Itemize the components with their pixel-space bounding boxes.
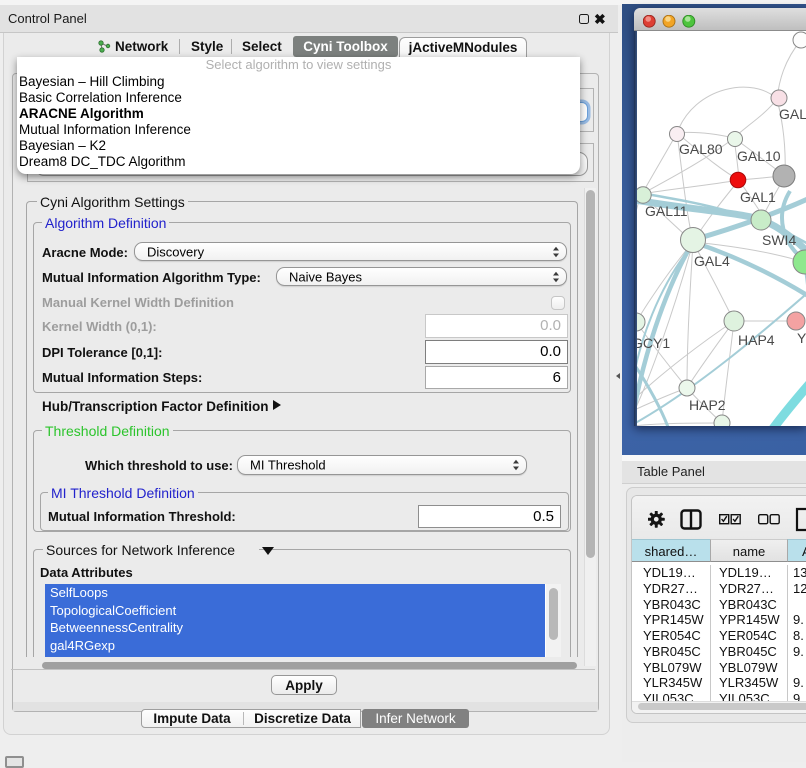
- svg-text:GAL1: GAL1: [740, 189, 776, 205]
- svg-text:HAP4: HAP4: [738, 332, 775, 348]
- svg-text:GAL80: GAL80: [679, 141, 723, 157]
- svg-text:SWI4: SWI4: [762, 232, 796, 248]
- svg-text:GAL10: GAL10: [737, 148, 781, 164]
- svg-text:GAL11: GAL11: [645, 203, 688, 219]
- svg-text:GAL4: GAL4: [694, 253, 730, 269]
- svg-text:HAP2: HAP2: [689, 397, 726, 413]
- svg-text:Y: Y: [797, 330, 806, 346]
- svg-text:GCY1: GCY1: [634, 335, 670, 351]
- svg-text:GAL2: GAL2: [779, 106, 806, 122]
